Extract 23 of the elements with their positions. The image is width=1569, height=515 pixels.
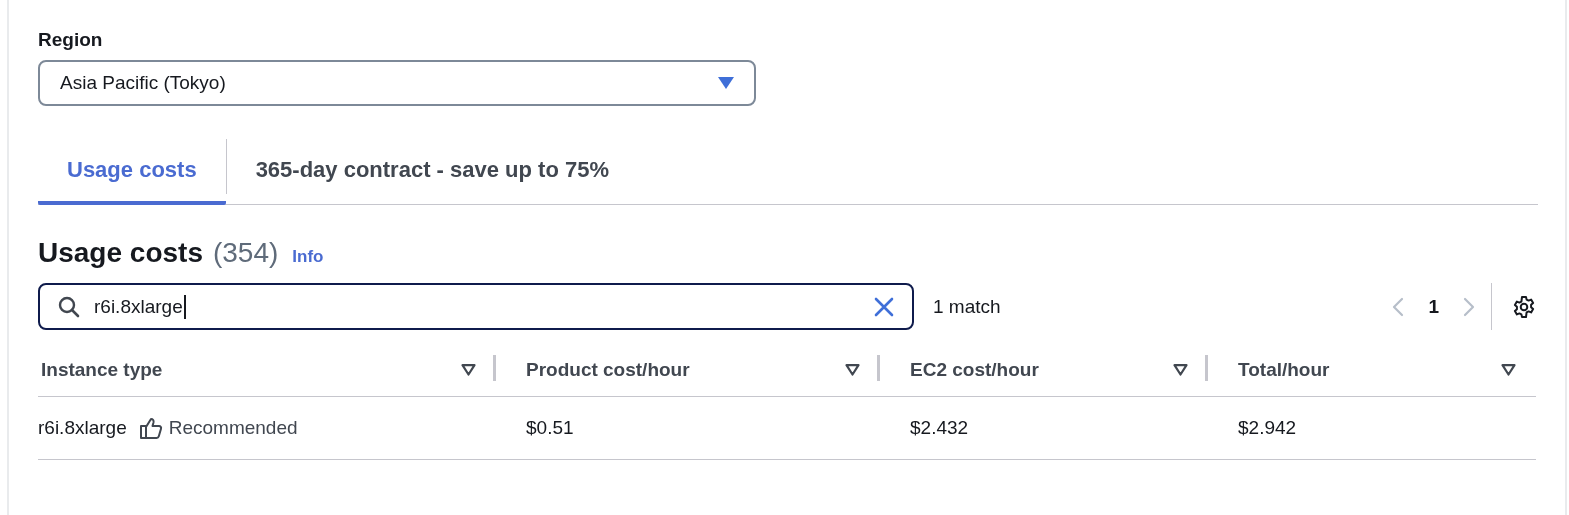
- column-header: Product cost/hour: [525, 359, 690, 381]
- item-count: (354): [212, 237, 279, 269]
- table-cell: r6i.8xlarge: [38, 417, 127, 439]
- tab[interactable]: Usage costs: [38, 135, 226, 205]
- search-icon: [58, 295, 80, 318]
- match-count: 1 match: [933, 295, 1001, 318]
- tab[interactable]: 365-day contract - save up to 75%: [226, 135, 638, 205]
- close-icon[interactable]: [874, 296, 894, 317]
- info-link[interactable]: Info: [292, 247, 324, 267]
- caret-down-icon: [718, 77, 734, 89]
- search-field[interactable]: r6i.8xlarge: [38, 283, 914, 330]
- page-number[interactable]: 1: [1424, 295, 1443, 318]
- table-cell-text: $0.51: [525, 417, 574, 439]
- field-label: Region: [38, 29, 103, 51]
- column-header: EC2 cost/hour: [909, 359, 1039, 381]
- recommended-label: Recommended: [168, 417, 298, 439]
- table-cell-text: $2.432: [909, 417, 969, 439]
- table-title: Usage costs: [38, 237, 203, 269]
- region-dropdown[interactable]: Asia Pacific (Tokyo): [38, 60, 756, 106]
- column-header: Instance type: [40, 359, 163, 381]
- column-header: Total/hour: [1237, 359, 1330, 381]
- thumbs-up-icon: [138, 417, 163, 439]
- table-cell-text: $2.942: [1237, 417, 1297, 439]
